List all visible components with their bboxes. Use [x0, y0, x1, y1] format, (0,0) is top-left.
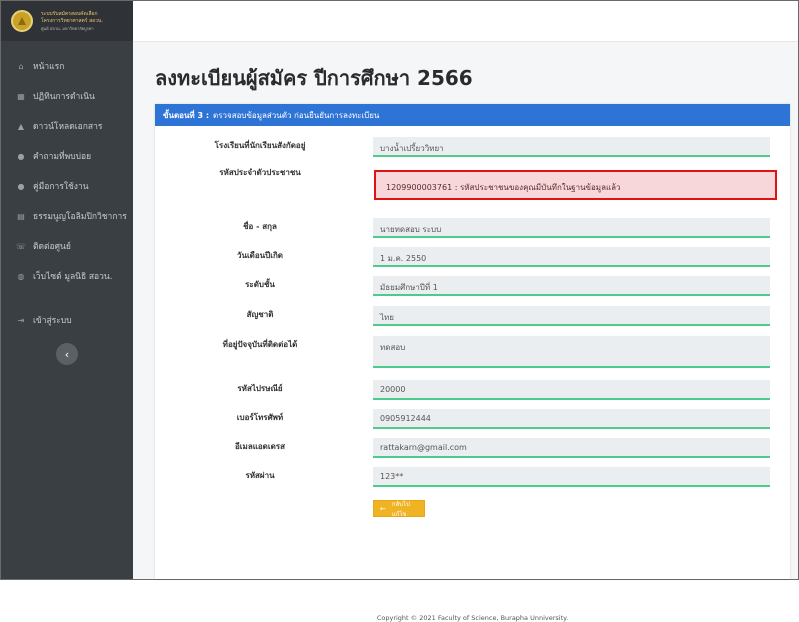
- address-field[interactable]: ทดสอบ: [373, 336, 770, 368]
- login-icon: ⇥: [17, 315, 25, 325]
- nationality-label: สัญชาติ: [246, 310, 274, 319]
- email-label: อีเมลแอดเดรส: [235, 442, 285, 451]
- email-field[interactable]: rattakarn@gmail.com: [373, 438, 770, 458]
- sidebar-item-label: ปฏิทินการดำเนิน: [33, 92, 95, 102]
- birthdate-label: วันเดือนปีเกิด: [236, 251, 283, 260]
- sidebar-item-home[interactable]: ⌂ หน้าแรก: [1, 51, 133, 81]
- sidebar-item-login[interactable]: ⇥ เข้าสู่ระบบ: [1, 305, 133, 335]
- sidebar-item-manual[interactable]: ● คู่มือการใช้งาน: [1, 171, 133, 201]
- brand-text: ระบบรับสมัครสอบคัดเลือก โครงการวิทยาศาสต…: [41, 11, 103, 32]
- sidebar-item-label: เว็บไซต์ มูลนิธิ สอวน.: [33, 272, 113, 282]
- sidebar-item-label: ดาวน์โหลดเอกสาร: [33, 122, 103, 132]
- fullname-field[interactable]: นายทดสอบ ระบบ: [373, 218, 770, 238]
- sidebar-item-label: ติดต่อศูนย์: [33, 242, 71, 252]
- citizen-id-label: รหัสประจำตัวประชาชน: [219, 168, 301, 177]
- sidebar-nav: ⌂ หน้าแรก ▦ ปฏิทินการดำเนิน ▲ ดาวน์โหลดเ…: [1, 51, 133, 365]
- grade-label: ระดับชั้น: [245, 280, 275, 289]
- brand-line3: ศูนย์ สอวน. มหาวิทยาลัยบูรพา: [41, 25, 94, 31]
- card-heading: ตรวจสอบข้อมูลส่วนตัว ก่อนยืนยันการลงทะเบ…: [213, 110, 380, 120]
- postcode-field[interactable]: 20000: [373, 380, 770, 400]
- topbar: [133, 1, 798, 42]
- question-icon: ●: [17, 151, 25, 161]
- phone-field[interactable]: 0905912444: [373, 409, 770, 429]
- nationality-field[interactable]: ไทย: [373, 306, 770, 326]
- citizen-id-error: 1209900003761 : รหัสประชาชนของคุณมีบันทึ…: [374, 170, 777, 200]
- sidebar-item-label: คู่มือการใช้งาน: [33, 182, 89, 192]
- nav-gap: [1, 291, 133, 305]
- calendar-icon: ▦: [17, 91, 25, 101]
- page-title: ลงทะเบียนผู้สมัคร ปีการศึกษา 2566: [155, 66, 473, 90]
- sidebar-item-charter[interactable]: ▤ ธรรมนูญโอลิมปิกวิชาการ: [1, 201, 133, 231]
- sidebar-item-label: คำถามที่พบบ่อย: [33, 152, 92, 162]
- registration-card: ขั้นตอนที่ 3 : ตรวจสอบข้อมูลส่วนตัว ก่อน…: [155, 104, 790, 622]
- document-icon: ▤: [17, 211, 25, 221]
- main-content: ลงทะเบียนผู้สมัคร ปีการศึกษา 2566 ขั้นตอ…: [133, 42, 798, 622]
- sidebar-collapse-button[interactable]: ‹: [56, 343, 78, 365]
- sidebar-item-label: หน้าแรก: [33, 62, 65, 72]
- footer: Copyright © 2021 Faculty of Science, Bur…: [376, 614, 569, 622]
- manual-icon: ●: [17, 181, 25, 191]
- school-label: โรงเรียนที่นักเรียนสังกัดอยู่: [214, 141, 306, 150]
- sidebar: ระบบรับสมัครสอบคัดเลือก โครงการวิทยาศาสต…: [1, 1, 133, 579]
- fullname-label: ชื่อ - สกุล: [243, 222, 277, 231]
- chevron-left-icon: ‹: [64, 347, 70, 361]
- birthdate-field[interactable]: 1 ม.ค. 2550: [373, 247, 770, 267]
- card-header: ขั้นตอนที่ 3 : ตรวจสอบข้อมูลส่วนตัว ก่อน…: [155, 104, 790, 126]
- brand[interactable]: ระบบรับสมัครสอบคัดเลือก โครงการวิทยาศาสต…: [1, 1, 133, 41]
- sidebar-item-calendar[interactable]: ▦ ปฏิทินการดำเนิน: [1, 81, 133, 111]
- back-button-label: กลับไปแก้ไข: [391, 500, 410, 518]
- sidebar-item-label: เข้าสู่ระบบ: [33, 316, 72, 326]
- download-icon: ▲: [17, 121, 25, 131]
- password-label: รหัสผ่าน: [245, 471, 275, 480]
- home-icon: ⌂: [18, 61, 24, 71]
- postcode-label: รหัสไปรษณีย์: [237, 384, 283, 393]
- address-label: ที่อยู่ปัจจุบันที่ติดต่อได้: [222, 340, 298, 349]
- back-button[interactable]: ← กลับไปแก้ไข: [373, 500, 425, 518]
- sidebar-item-download[interactable]: ▲ ดาวน์โหลดเอกสาร: [1, 111, 133, 141]
- password-field[interactable]: 123**: [373, 467, 770, 487]
- phone-label: เบอร์โทรศัพท์: [236, 413, 284, 422]
- logo-icon: [11, 10, 33, 32]
- brand-line2: โครงการวิทยาศาสตร์ สอวน.: [41, 17, 103, 24]
- sidebar-item-faq[interactable]: ● คำถามที่พบบ่อย: [1, 141, 133, 171]
- sidebar-item-label: ธรรมนูญโอลิมปิกวิชาการ: [33, 212, 127, 222]
- step-label: ขั้นตอนที่ 3 :: [163, 110, 210, 120]
- brand-line1: ระบบรับสมัครสอบคัดเลือก: [41, 10, 98, 17]
- sidebar-item-website[interactable]: ◍ เว็บไซต์ มูลนิธิ สอวน.: [1, 261, 133, 291]
- grade-field[interactable]: มัธยมศึกษาปีที่ 1: [373, 276, 770, 296]
- globe-icon: ◍: [17, 271, 25, 281]
- sidebar-item-contact[interactable]: ☏ ติดต่อศูนย์: [1, 231, 133, 261]
- contact-icon: ☏: [15, 241, 26, 251]
- arrow-left-icon: ←: [380, 504, 386, 513]
- school-field[interactable]: บางน้ำเปรี้ยววิทยา: [373, 137, 770, 157]
